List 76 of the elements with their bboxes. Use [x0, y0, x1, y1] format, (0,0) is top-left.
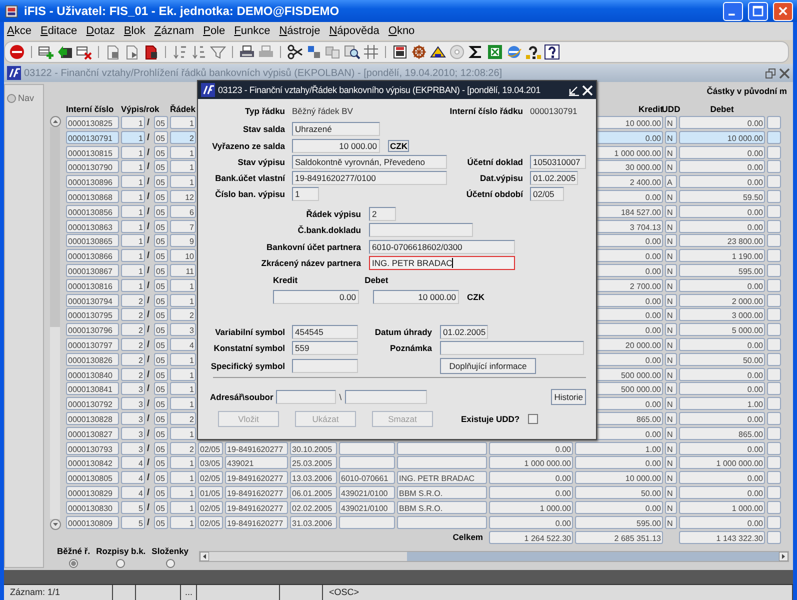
total-cell: 1 143 322.30 [679, 531, 765, 544]
field-label: Účetní doklad [466, 157, 523, 167]
field-label: Specifický symbol [210, 361, 285, 371]
separator-text: / [147, 486, 151, 499]
separator-text: / [147, 323, 151, 336]
field-value: Běžný řádek BV [292, 106, 354, 116]
field-label: Stav výpisu [236, 157, 285, 167]
status-text: Záznam: 1/1 [4, 585, 113, 600]
separator-text: / [147, 382, 151, 396]
radio-label: Rozpisy b.k. [96, 546, 146, 556]
field-label: Variabilní symbol [214, 327, 285, 337]
status-text: <OSC> [323, 585, 793, 600]
field-label: Bank.účet vlastní [214, 173, 285, 183]
field-value: 0000130791 [530, 106, 578, 116]
field-label: Kredit [273, 275, 298, 285]
separator-text: / [147, 338, 151, 351]
separator-text: / [147, 500, 151, 514]
separator-text: / [147, 442, 151, 455]
radio-label: Běžné ř. [57, 546, 90, 556]
separator-text: / [147, 294, 151, 307]
total-cell: 1 264 522.30 [489, 531, 573, 544]
column-header: Řádek [170, 104, 196, 114]
field-label: Adresář\soubor [210, 392, 274, 402]
separator-text: / [147, 190, 151, 203]
separator-text: / [147, 456, 151, 470]
separator-text: / [147, 175, 151, 188]
totals-label: Celkem [452, 531, 484, 544]
column-header: Interní číslo [66, 104, 115, 114]
separator-text: / [147, 516, 151, 529]
separator-text: / [147, 352, 151, 366]
separator-text: / [147, 249, 151, 262]
separator-text: / [147, 220, 151, 233]
separator-text: / [147, 278, 151, 292]
separator-text: / [147, 234, 151, 248]
column-header: Kredit [637, 104, 663, 114]
window-title: iFIS - Uživatel: FIS_01 - Ek. jednotka: DEMO@FISDEMO [24, 4, 340, 18]
field-label: Typ řádku [244, 106, 285, 116]
field-label: Č.bank.dokladu [296, 225, 361, 235]
separator-text: / [147, 412, 151, 425]
separator-text: / [147, 471, 151, 484]
field-label: Stav salda [242, 124, 285, 134]
currency-label: CZK [388, 140, 410, 152]
field-label: Řádek výpisu [305, 209, 361, 219]
field-label: Bankovní účet partnera [266, 242, 361, 252]
separator-text: / [147, 204, 151, 218]
currency-label: CZK [467, 292, 484, 302]
inner-window-title: 03122 - Finanční vztahy/Prohlížení řádků bankovních výpisů (EKPOLBAN) - [pondělí, 19.04.2010; 12:08:26] [24, 68, 504, 78]
field-label: Konstatní symbol [212, 343, 285, 353]
separator-text: / [147, 264, 151, 277]
field-label: Vyřazeno ze salda [211, 141, 285, 151]
total-cell: 2 685 351.13 [575, 531, 663, 544]
separator-text: / [147, 130, 151, 144]
field-label: Debet [364, 275, 388, 285]
field-label: Interní číslo řádku [448, 106, 523, 116]
field-label: Zkrácený název partnera [260, 258, 361, 268]
column-header: UDD [662, 104, 680, 114]
column-header: Výpis/rok [121, 104, 160, 114]
separator-text: \ [338, 392, 343, 402]
field-label: Poznámka [388, 343, 432, 353]
checkbox-label: Existuje UDD? [461, 414, 520, 424]
separator-text: / [147, 368, 151, 381]
radio-label: Složenky [152, 546, 189, 556]
field-label: Dat.výpisu [479, 173, 523, 183]
dialog-title: 03123 - Finanční vztahy/Řádek bankovního výpisu (EKPRBAN) - [pondělí, 19.04.201 [218, 85, 542, 95]
field-label: Číslo ban. výpisu [214, 189, 285, 199]
status-text: ... [181, 585, 197, 600]
field-label: Účetní období [465, 189, 523, 199]
separator-text: / [147, 308, 151, 322]
separator-text: / [147, 160, 151, 174]
separator-text: / [147, 426, 151, 440]
group-header: Částky v původní m [706, 86, 787, 98]
field-label: Datum úhrady [374, 327, 432, 337]
separator-text: / [147, 146, 151, 159]
separator-text: / [147, 397, 151, 410]
column-header: Debet [709, 104, 735, 114]
separator-text: / [147, 116, 151, 129]
